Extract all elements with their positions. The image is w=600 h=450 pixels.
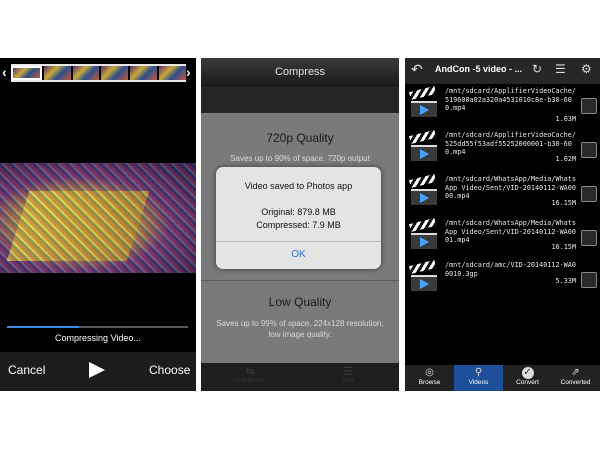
- select-checkbox[interactable]: [581, 186, 597, 202]
- file-row[interactable]: /mnt/sdcard/WhatsApp/Media/WhatsApp Vide…: [405, 173, 600, 217]
- tab-browse[interactable]: ◎ Browse: [405, 365, 454, 391]
- video-file-icon: [409, 217, 437, 250]
- tab-videos[interactable]: ⚲ Videos: [454, 365, 503, 391]
- clapper-top: [409, 259, 437, 274]
- list-icon: ☰: [343, 366, 353, 378]
- compress-progress-bar: [7, 326, 188, 328]
- select-checkbox[interactable]: [581, 142, 597, 158]
- file-size: 1.02M: [555, 155, 576, 163]
- file-path: /mnt/sdcard/ApplifierVideoCache/519600a0…: [445, 87, 576, 113]
- clapper-top: [409, 217, 437, 232]
- tab-convert[interactable]: ✓ Convert: [503, 365, 552, 391]
- filmstrip-frame[interactable]: [130, 66, 158, 80]
- file-size: 5.33M: [555, 277, 576, 285]
- bottom-nav: ◎ Browse ⚲ Videos ✓ Convert ⇗ Converted: [405, 365, 600, 391]
- choose-button[interactable]: Choose: [149, 363, 190, 377]
- app-title: AndCon -5 video - ...: [435, 64, 522, 74]
- trim-handle-left-icon[interactable]: ‹: [2, 64, 7, 80]
- tab-converted[interactable]: ⇗ Converted: [551, 365, 600, 391]
- compress-arrows-icon: ⇆: [245, 366, 255, 378]
- cancel-button[interactable]: Cancel: [8, 363, 45, 377]
- convert-icon: ✓: [521, 367, 534, 379]
- select-checkbox[interactable]: [581, 98, 597, 114]
- tab-convert-label: Convert: [516, 379, 539, 386]
- search-icon: ⚲: [474, 367, 483, 378]
- action-bar: ↶ AndCon -5 video - ... ↻ ☰ ⚙: [405, 58, 600, 84]
- option-divider: [201, 280, 399, 281]
- tab-info[interactable]: ☰ Info: [318, 366, 378, 384]
- option-720-title[interactable]: 720p Quality: [201, 131, 399, 145]
- andcon-panel: ↶ AndCon -5 video - ... ↻ ☰ ⚙ /mnt/sdcar…: [405, 58, 600, 391]
- play-triangle-icon: [420, 193, 429, 203]
- filmstrip-frame[interactable]: [159, 66, 186, 80]
- filmstrip-frame[interactable]: [11, 66, 42, 80]
- player-toolbar: Cancel Choose: [0, 352, 196, 391]
- bottom-tab-bar: ⇆ Compress ☰ Info: [201, 363, 399, 391]
- filmstrip-frames[interactable]: [11, 64, 186, 82]
- video-file-icon: [409, 173, 437, 206]
- saved-alert-dialog: Video saved to Photos app Original: 879.…: [216, 167, 381, 269]
- compress-progress-fill: [7, 326, 80, 328]
- file-path: /mnt/sdcard/WhatsApp/Media/WhatsApp Vide…: [445, 175, 576, 201]
- refresh-icon[interactable]: ↻: [532, 62, 542, 76]
- nav-title: Compress: [201, 58, 399, 87]
- play-icon[interactable]: [89, 362, 105, 378]
- select-checkbox[interactable]: [581, 230, 597, 246]
- file-row[interactable]: /mnt/sdcard/WhatsApp/Media/WhatsApp Vide…: [405, 217, 600, 261]
- alert-compressed-size: Compressed: 7.9 MB: [256, 220, 341, 230]
- filmstrip-frame[interactable]: [43, 66, 71, 80]
- file-row[interactable]: /mnt/sdcard/ApplifierVideoCache/519600a0…: [405, 85, 600, 129]
- filmstrip-frame[interactable]: [101, 66, 129, 80]
- clapper-top: [409, 173, 437, 188]
- trim-handle-right-icon[interactable]: ›: [186, 64, 191, 80]
- menu-icon[interactable]: ☰: [555, 62, 566, 76]
- video-file-icon: [409, 85, 437, 118]
- compressor-panel: ‹ › Compressing Video... Cancel Choose: [0, 58, 196, 391]
- play-triangle-icon: [420, 105, 429, 115]
- tab-converted-label: Converted: [560, 379, 591, 386]
- settings-icon[interactable]: ⚙: [581, 62, 592, 76]
- option-low-title[interactable]: Low Quality: [201, 295, 399, 309]
- compress-options-panel: Compress 720p Quality Saves up to 90% of…: [201, 58, 399, 391]
- play-triangle-icon: [420, 237, 429, 247]
- browse-icon: ◎: [425, 367, 434, 378]
- file-size: 16.15M: [551, 243, 576, 251]
- select-checkbox[interactable]: [581, 272, 597, 288]
- file-row[interactable]: /mnt/sdcard/amc/VID-20140112-WA00010.3gp…: [405, 259, 600, 303]
- file-path: /mnt/sdcard/WhatsApp/Media/WhatsApp Vide…: [445, 219, 576, 245]
- play-triangle-icon: [420, 279, 429, 289]
- clapper-top: [409, 129, 437, 144]
- file-size: 16.15M: [551, 199, 576, 207]
- header-band: [201, 87, 399, 113]
- file-row[interactable]: /mnt/sdcard/ApplifierVideoCache/525dd55f…: [405, 129, 600, 173]
- tab-videos-label: Videos: [468, 379, 489, 386]
- alert-title: Video saved to Photos app: [244, 181, 353, 191]
- filmstrip-trimmer[interactable]: ‹ ›: [0, 62, 196, 84]
- file-path: /mnt/sdcard/ApplifierVideoCache/525dd55f…: [445, 131, 576, 157]
- video-file-icon: [409, 129, 437, 162]
- tab-compress-label: Compress: [236, 378, 264, 384]
- file-path: /mnt/sdcard/amc/VID-20140112-WA00010.3gp: [445, 261, 576, 278]
- clapper-top: [409, 85, 437, 100]
- play-triangle-icon: [420, 149, 429, 159]
- ok-button[interactable]: OK: [216, 245, 381, 267]
- alert-divider: [216, 241, 381, 242]
- tab-browse-label: Browse: [418, 379, 441, 386]
- back-arrow-icon[interactable]: ↶: [411, 61, 423, 78]
- tab-info-label: Info: [342, 378, 353, 384]
- option-720-desc: Saves up to 90% of space. 720p output: [230, 154, 370, 163]
- compress-status-text: Compressing Video...: [55, 333, 141, 343]
- video-file-icon: [409, 259, 437, 292]
- video-crowd-texture: [0, 163, 196, 273]
- alert-original-size: Original: 879.8 MB: [261, 207, 336, 217]
- filmstrip-frame[interactable]: [72, 66, 100, 80]
- file-size: 1.03M: [555, 115, 576, 123]
- export-icon: ⇗: [571, 367, 580, 378]
- option-low-desc: Saves up to 99% of space, 224x128 resolu…: [216, 319, 384, 339]
- tab-compress[interactable]: ⇆ Compress: [220, 366, 280, 384]
- video-preview: [0, 163, 196, 273]
